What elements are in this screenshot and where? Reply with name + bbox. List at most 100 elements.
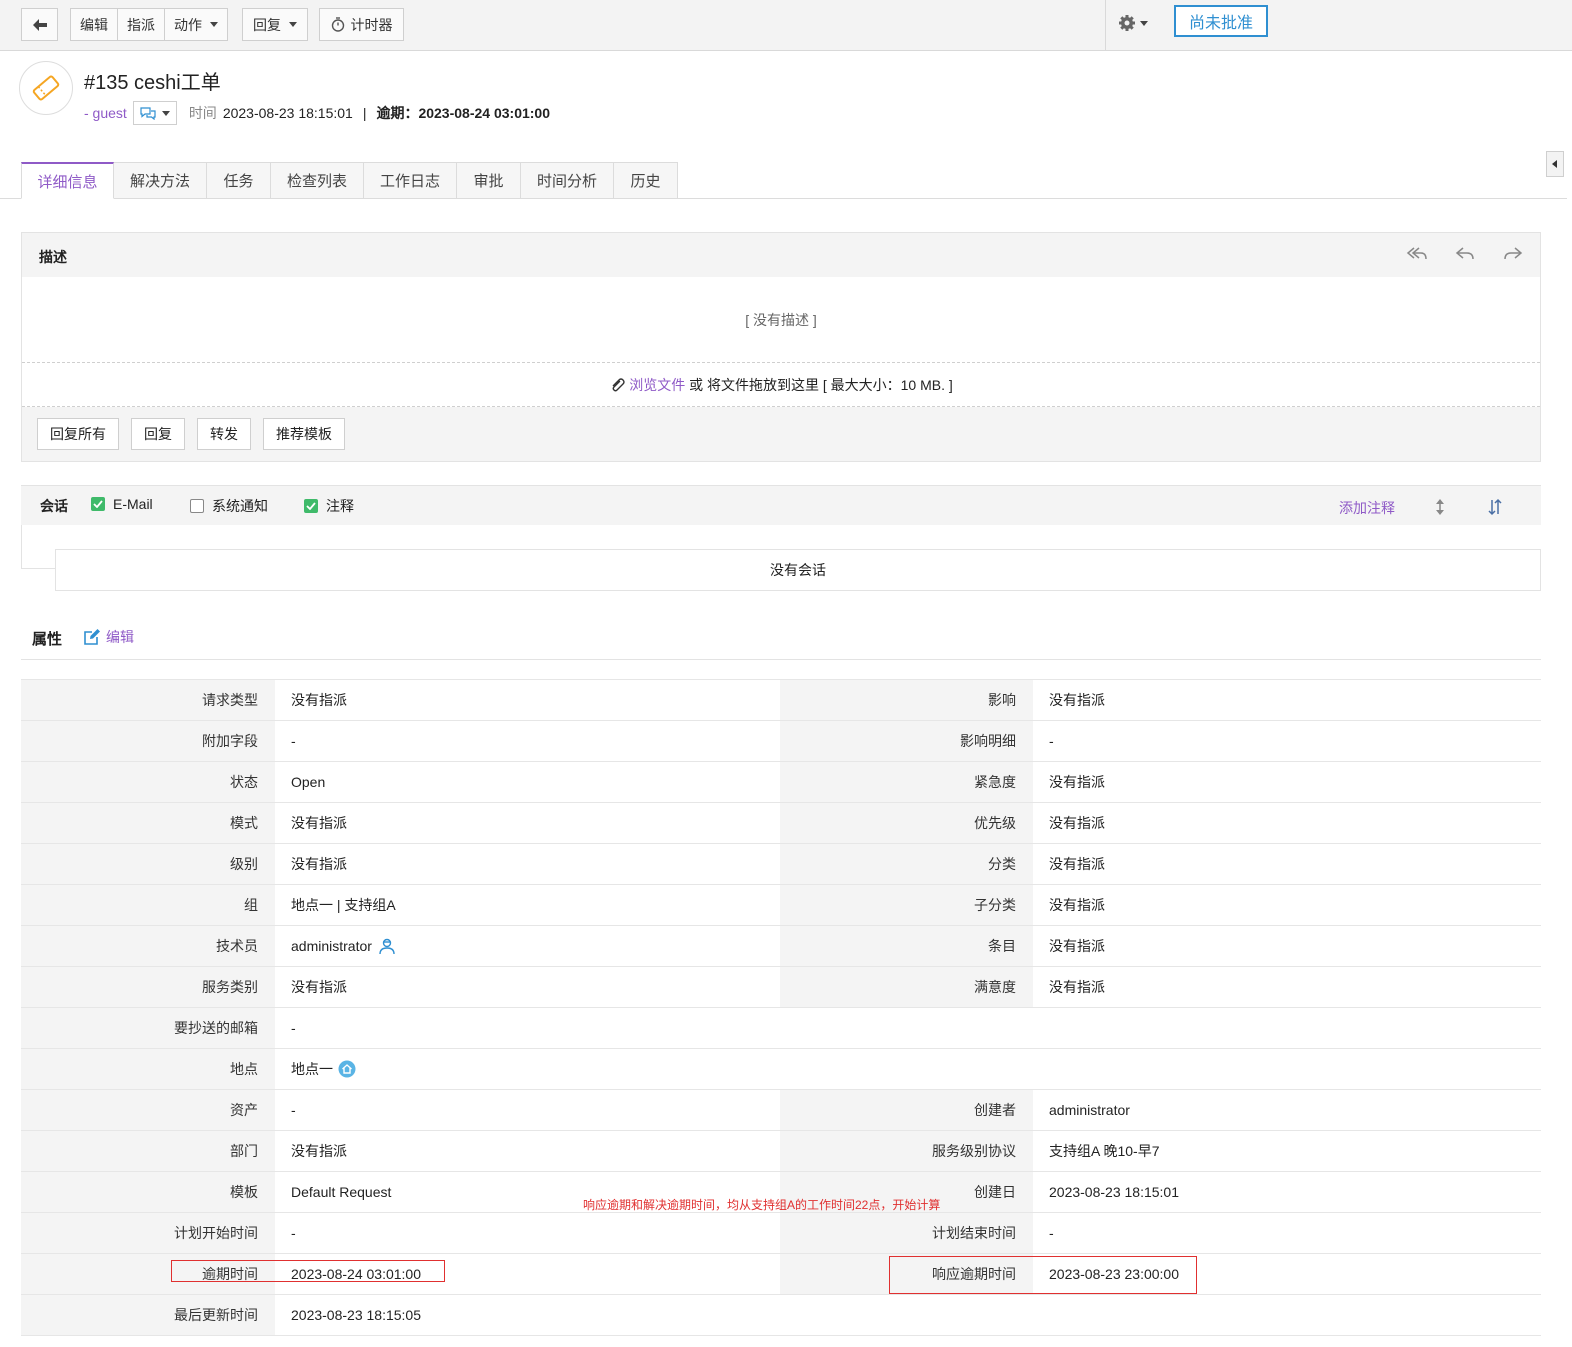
forward-icon[interactable]: [1500, 241, 1526, 267]
property-value: 没有指派: [1049, 979, 1105, 995]
property-value: 地点一 | 支持组A: [291, 897, 396, 913]
description-panel: 描述 [ 没有描述 ] 浏览文件 或 将文件拖放到这里 [ 最大大小：10 MB…: [21, 232, 1541, 462]
arrow-left-icon: [32, 18, 47, 31]
timer-button[interactable]: 计时器: [319, 8, 404, 41]
property-label: 状态: [21, 762, 275, 802]
reply-icon[interactable]: [1452, 241, 1478, 267]
expand-collapse-icon[interactable]: [1435, 498, 1445, 516]
property-label: 影响明细: [780, 721, 1033, 761]
forward-button[interactable]: 转发: [197, 418, 251, 450]
chevron-down-icon: [289, 22, 297, 27]
actions-label: 动作: [174, 16, 202, 33]
assign-button[interactable]: 指派: [118, 9, 165, 40]
tab-approval[interactable]: 审批: [457, 162, 521, 199]
system-filter-label: 系统通知: [212, 498, 268, 514]
ticket-title: #135 ceshi工单: [84, 72, 221, 94]
property-value: 没有指派: [1049, 692, 1105, 708]
tab-history[interactable]: 历史: [614, 162, 678, 199]
chat-dropdown[interactable]: [132, 101, 177, 125]
property-label: 模式: [21, 803, 275, 843]
approval-status-button[interactable]: 尚未批准: [1174, 5, 1268, 37]
email-filter-label: E-Mail: [113, 496, 153, 512]
properties-edit-link[interactable]: 编辑: [83, 627, 134, 647]
technician-name: administrator: [291, 938, 372, 954]
properties-table: 请求类型 没有指派 影响 没有指派 附加字段 - 影响明细 - 状态 Open …: [21, 679, 1541, 1336]
back-button[interactable]: [21, 8, 58, 41]
property-row: 部门 没有指派 服务级别协议 支持组A 晚10-早7: [21, 1131, 1541, 1172]
email-filter[interactable]: E-Mail: [91, 496, 153, 512]
property-row: 请求类型 没有指派 影响 没有指派: [21, 680, 1541, 721]
description-empty: [ 没有描述 ]: [745, 311, 817, 328]
ticket-meta: - guest 时间 2023-08-23 18:15:01 | 逾期： 202…: [84, 101, 550, 125]
edit-button[interactable]: 编辑: [71, 9, 118, 40]
add-note-link[interactable]: 添加注释: [1339, 498, 1395, 518]
side-panel-toggle[interactable]: [1546, 151, 1564, 177]
property-value: 没有指派: [291, 979, 347, 995]
property-value: 没有指派: [1049, 856, 1105, 872]
actions-dropdown[interactable]: 动作: [165, 9, 227, 40]
meta-separator: |: [362, 105, 367, 121]
property-value: 没有指派: [291, 815, 347, 831]
settings-dropdown[interactable]: [1118, 14, 1148, 32]
edit-button-group: 编辑 指派 动作: [70, 8, 228, 41]
requester-link[interactable]: - guest: [84, 105, 127, 121]
property-value: 没有指派: [1049, 774, 1105, 790]
timer-label: 计时器: [350, 16, 393, 33]
property-label: 组: [21, 885, 275, 925]
property-label: 创建者: [780, 1090, 1033, 1130]
annotation-note: 响应逾期和解决逾期时间，均从支持组A的工作时间22点，开始计算: [583, 1198, 941, 1212]
due-label: 逾期：: [376, 105, 419, 121]
property-value: -: [1049, 733, 1054, 749]
property-label: 满意度: [780, 967, 1033, 1007]
attachment-drop-zone[interactable]: 浏览文件 或 将文件拖放到这里 [ 最大大小：10 MB. ]: [22, 363, 1540, 407]
checkbox-unchecked-icon: [190, 499, 204, 513]
tab-checklist[interactable]: 检查列表: [271, 162, 364, 199]
reply-all-icon[interactable]: [1404, 241, 1430, 267]
home-icon[interactable]: [338, 1060, 356, 1078]
time-label: 时间: [188, 105, 217, 121]
system-notification-filter[interactable]: 系统通知: [190, 496, 268, 516]
response-due-highlight: [889, 1256, 1197, 1294]
no-conversation-text: 没有会话: [770, 562, 826, 578]
note-filter-label: 注释: [326, 498, 354, 514]
property-label: 服务级别协议: [780, 1131, 1033, 1171]
sort-order-icon[interactable]: [1486, 498, 1504, 516]
property-row: 附加字段 - 影响明细 -: [21, 721, 1541, 762]
property-value: 没有指派: [291, 1143, 347, 1159]
property-row: 最后更新时间 2023-08-23 18:15:05: [21, 1295, 1541, 1336]
chevron-down-icon: [210, 22, 218, 27]
property-value: 支持组A 晚10-早7: [1049, 1143, 1160, 1159]
technician-icon[interactable]: [378, 937, 396, 955]
note-filter[interactable]: 注释: [304, 496, 354, 516]
caret-left-icon: [1552, 160, 1557, 168]
description-body: [ 没有描述 ]: [22, 277, 1540, 363]
checkbox-checked-icon: [91, 497, 105, 511]
property-value: 2023-08-23 18:15:01: [1049, 1184, 1179, 1200]
property-row: 状态 Open 紧急度 没有指派: [21, 762, 1541, 803]
detail-tabs: 详细信息 解决方法 任务 检查列表 工作日志 审批 时间分析 历史: [21, 162, 678, 199]
property-label: 紧急度: [780, 762, 1033, 802]
property-label: 技术员: [21, 926, 275, 966]
property-label: 计划结束时间: [780, 1213, 1033, 1253]
chat-icon: [140, 107, 156, 120]
conversation-label: 会话: [40, 498, 68, 514]
property-label: 请求类型: [21, 680, 275, 720]
toolbar: 编辑 指派 动作 回复 计时器 尚未批准: [0, 0, 1572, 51]
property-label: 分类: [780, 844, 1033, 884]
browse-files-link[interactable]: 浏览文件: [629, 375, 685, 395]
no-conversation: 没有会话: [55, 549, 1541, 591]
template-button[interactable]: 推荐模板: [263, 418, 345, 450]
reply-button[interactable]: 回复: [131, 418, 185, 450]
property-value: -: [291, 1020, 296, 1036]
tab-solution[interactable]: 解决方法: [114, 162, 207, 199]
reply-dropdown[interactable]: 回复: [242, 8, 308, 41]
reply-all-button[interactable]: 回复所有: [37, 418, 119, 450]
property-value: Default Request: [291, 1184, 392, 1200]
tab-tasks[interactable]: 任务: [207, 162, 271, 199]
chevron-down-icon: [1140, 20, 1148, 26]
tab-details[interactable]: 详细信息: [21, 162, 114, 199]
edit-icon: [84, 629, 100, 645]
tab-time-analysis[interactable]: 时间分析: [521, 162, 614, 199]
tab-worklog[interactable]: 工作日志: [364, 162, 457, 199]
property-row: 服务类别 没有指派 满意度 没有指派: [21, 967, 1541, 1008]
